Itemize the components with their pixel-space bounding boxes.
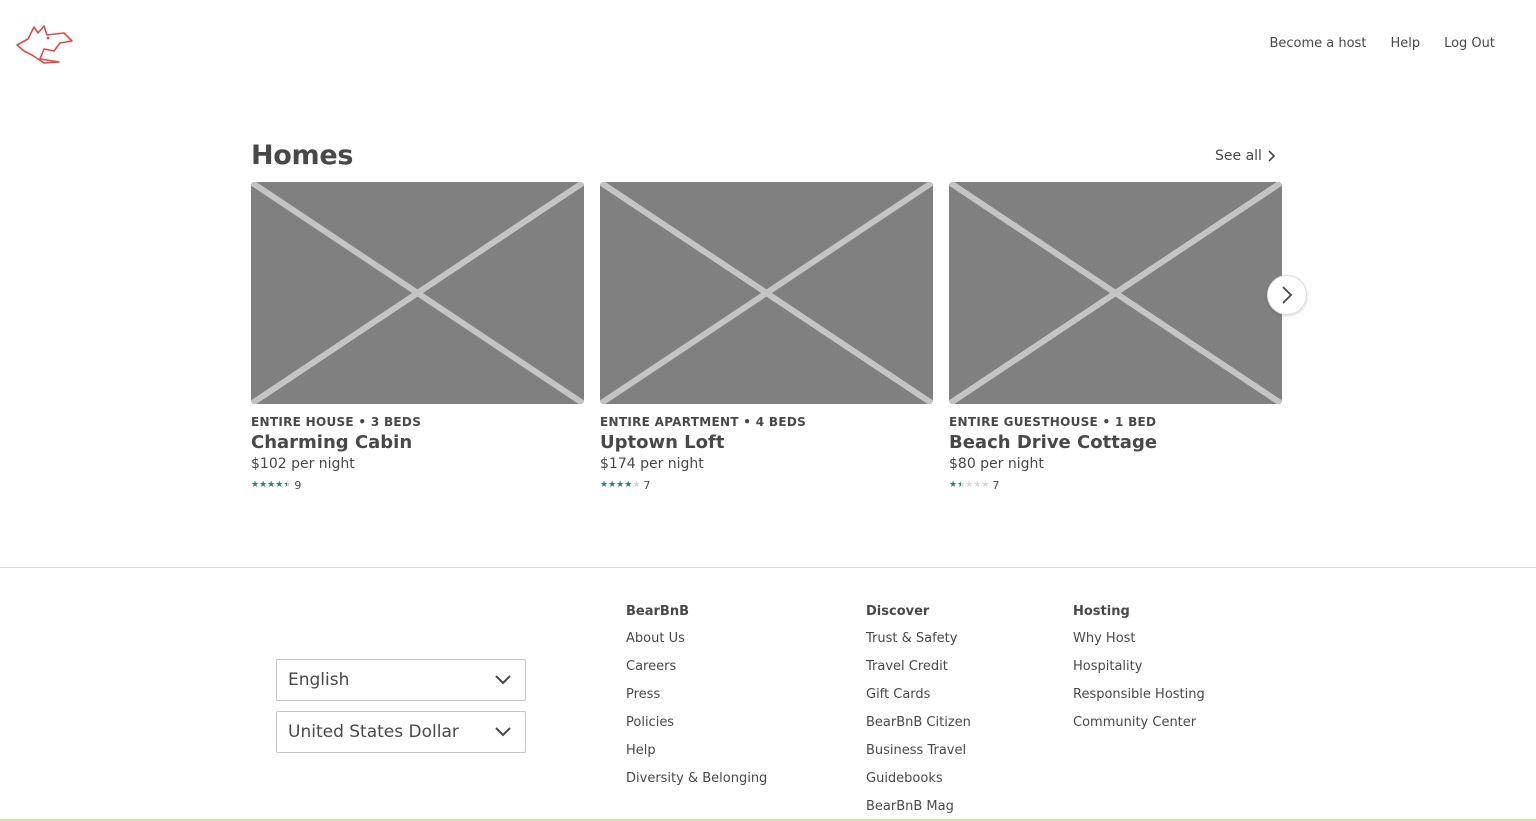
listing-card[interactable]: ENTIRE APARTMENT • 4 BEDS Uptown Loft $1…: [600, 182, 933, 492]
footer-link[interactable]: Guidebooks: [866, 772, 971, 800]
listing-type: ENTIRE APARTMENT • 4 BEDS: [600, 415, 807, 429]
footer-link[interactable]: Trust & Safety: [866, 632, 971, 660]
chevron-down-icon: [495, 675, 511, 685]
listing-rating: ★ ★ ★ ★ ★ 7: [600, 479, 933, 492]
star-icon: ★: [283, 480, 292, 490]
listing-type: ENTIRE HOUSE • 3 BEDS: [251, 415, 422, 429]
footer-link[interactable]: Travel Credit: [866, 660, 971, 688]
listing-image-placeholder[interactable]: [600, 182, 933, 404]
footer-link[interactable]: Diversity & Belonging: [626, 772, 767, 800]
footer-link[interactable]: Help: [626, 744, 767, 772]
chevron-right-icon: [1268, 150, 1276, 162]
footer-link[interactable]: Press: [626, 688, 767, 716]
logout-link[interactable]: Log Out: [1444, 36, 1495, 51]
chevron-down-icon: [495, 727, 511, 737]
star-rating: ★ ★ ★ ★ ★: [600, 481, 640, 490]
star-icon: ★: [259, 480, 268, 490]
listing-type: ENTIRE GUESTHOUSE • 1 BED: [949, 415, 1157, 429]
star-icon: ★: [632, 480, 641, 490]
listing-price: $174 per night: [600, 456, 704, 472]
footer-link[interactable]: Why Host: [1073, 632, 1205, 660]
footer-link[interactable]: Hospitality: [1073, 660, 1205, 688]
footer-column-title: BearBnB: [626, 604, 689, 619]
star-icon: ★: [981, 480, 990, 490]
star-icon: ★: [973, 480, 982, 490]
footer-column-bearbnb: BearBnB About Us Careers Press Policies Help…: [626, 604, 767, 800]
section-title: Homes: [251, 140, 354, 171]
listing-name[interactable]: Charming Cabin: [251, 432, 584, 453]
footer-link[interactable]: Gift Cards: [866, 688, 971, 716]
top-nav: Become a host Help Log Out: [1269, 36, 1495, 51]
become-host-link[interactable]: Become a host: [1269, 36, 1366, 51]
listing-image-placeholder[interactable]: [949, 182, 1282, 404]
star-icon: ★: [600, 480, 609, 490]
footer-link[interactable]: Responsible Hosting: [1073, 688, 1205, 716]
footer-divider: [0, 567, 1536, 568]
footer-link[interactable]: About Us: [626, 632, 767, 660]
star-icon: ★: [949, 480, 958, 490]
footer-link[interactable]: Careers: [626, 660, 767, 688]
see-all-label: See all: [1215, 148, 1262, 164]
listing-price: $102 per night: [251, 456, 355, 472]
review-count: 7: [992, 479, 1000, 492]
chevron-right-icon: [1282, 286, 1293, 304]
listing-name[interactable]: Beach Drive Cottage: [949, 432, 1282, 453]
footer-link[interactable]: Community Center: [1073, 716, 1205, 744]
language-select[interactable]: English: [276, 659, 526, 701]
footer-column-title: Hosting: [1073, 604, 1130, 619]
footer-column-title: Discover: [866, 604, 930, 619]
footer-link[interactable]: BearBnB Mag: [866, 800, 971, 821]
footer-link[interactable]: Business Travel: [866, 744, 971, 772]
star-icon: ★: [965, 480, 974, 490]
carousel-next-button[interactable]: [1267, 275, 1307, 315]
footer-link[interactable]: BearBnB Citizen: [866, 716, 971, 744]
star-icon: ★: [624, 480, 633, 490]
listing-card[interactable]: ENTIRE HOUSE • 3 BEDS Charming Cabin $10…: [251, 182, 584, 492]
footer-column-hosting: Hosting Why Host Hospitality Responsible H…: [1073, 604, 1205, 744]
star-icon: ★: [275, 480, 284, 490]
listing-image-placeholder[interactable]: [251, 182, 584, 404]
review-count: 9: [294, 479, 302, 492]
review-count: 7: [643, 479, 651, 492]
star-icon: ★: [608, 480, 617, 490]
listing-price: $80 per night: [949, 456, 1044, 472]
listing-card[interactable]: ENTIRE GUESTHOUSE • 1 BED Beach Drive Co…: [949, 182, 1282, 492]
language-value: English: [288, 670, 350, 690]
help-link[interactable]: Help: [1390, 36, 1420, 51]
bear-logo-icon[interactable]: [14, 19, 74, 67]
star-icon: ★: [616, 480, 625, 490]
footer-column-discover: Discover Trust & Safety Travel Credit Gift…: [866, 604, 971, 821]
listing-rating: ★ ★ ★ ★ ★ 7: [949, 479, 1282, 492]
currency-select[interactable]: United States Dollar: [276, 711, 526, 753]
star-icon: ★: [251, 480, 260, 490]
listing-name[interactable]: Uptown Loft: [600, 432, 933, 453]
star-rating: ★ ★ ★ ★ ★: [949, 481, 989, 490]
see-all-link[interactable]: See all: [1215, 148, 1276, 164]
listing-rating: ★ ★ ★ ★ ★ 9: [251, 479, 584, 492]
star-icon: ★: [957, 480, 966, 490]
star-rating: ★ ★ ★ ★ ★: [251, 481, 291, 490]
footer-link[interactable]: Policies: [626, 716, 767, 744]
star-icon: ★: [267, 480, 276, 490]
currency-value: United States Dollar: [288, 722, 459, 742]
